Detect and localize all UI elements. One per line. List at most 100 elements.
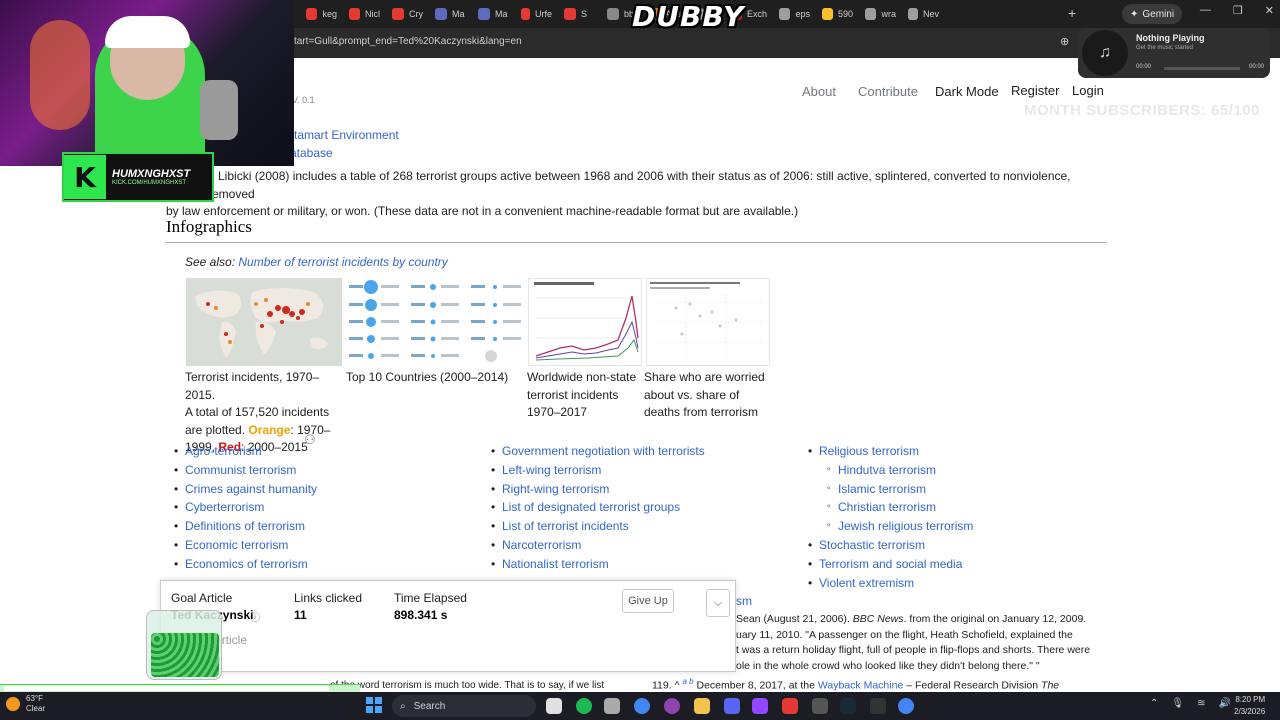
link-nationalist-terrorism[interactable]: Nationalist terrorism [502, 557, 609, 571]
link-designated-groups[interactable]: List of designated terrorist groups [502, 500, 680, 514]
link-religious-terrorism[interactable]: Religious terrorism [819, 444, 919, 458]
link-wayback-machine[interactable]: Wayback Machine [818, 680, 903, 692]
link-datamart-environment[interactable]: tamart Environment [294, 128, 399, 142]
list-item: Economic terrorism [174, 536, 317, 555]
windows-start-icon[interactable] [366, 697, 382, 713]
nav-about[interactable]: About [802, 84, 836, 99]
link-narcoterrorism[interactable]: Narcoterrorism [502, 538, 581, 552]
volume-icon[interactable]: 🔊 [1218, 698, 1230, 709]
link-stochastic-terrorism[interactable]: Stochastic terrorism [819, 538, 925, 552]
close-icon[interactable]: ✕ [1265, 4, 1274, 17]
nav-register[interactable]: Register [1011, 83, 1059, 98]
info-icon[interactable]: ⓘ [250, 609, 260, 624]
browser-tab[interactable]: S [558, 3, 601, 25]
browser-tab[interactable]: Cry [386, 3, 429, 25]
maximize-icon[interactable]: ❐ [1233, 4, 1243, 17]
links-clicked-value: 11 [294, 608, 307, 622]
taskbar-search[interactable]: ⌕ Search [392, 695, 536, 717]
steam-icon[interactable] [840, 698, 856, 714]
gallery-image-world-map[interactable] [186, 278, 342, 366]
discord-icon[interactable] [724, 698, 740, 714]
ref-text: – Federal Research Division [903, 679, 1042, 692]
list-item: Communist terrorism [174, 461, 317, 480]
gemini-button[interactable]: ✦ Gemini [1122, 4, 1183, 24]
link-terrorism-social-media[interactable]: Terrorism and social media [819, 557, 962, 571]
link-government-negotiation[interactable]: Government negotiation with terrorists [502, 444, 705, 458]
twitch-icon[interactable] [752, 698, 768, 714]
tab-label: Ma [495, 9, 508, 19]
terminal-icon[interactable] [870, 698, 886, 714]
task-view-icon[interactable] [546, 698, 562, 714]
chrome-icon[interactable] [898, 698, 914, 714]
microphone [200, 80, 238, 140]
browser-tab[interactable]: Nev [902, 3, 945, 25]
nav-contribute[interactable]: Contribute [858, 84, 918, 99]
link-violent-extremism[interactable]: Violent extremism [819, 576, 914, 590]
link-islamic-terrorism[interactable]: Islamic terrorism [838, 482, 926, 496]
spotify-icon[interactable] [576, 698, 592, 714]
weather-widget[interactable]: 63°F Clear [6, 694, 45, 714]
link-agro-terrorism[interactable]: Agro-terrorism [185, 444, 262, 458]
new-tab-button[interactable]: + [1068, 5, 1076, 21]
link-partial-terrorism[interactable]: sm [736, 594, 752, 608]
caption-4-line-3: deaths from terrorism [644, 405, 759, 419]
app-icon[interactable] [782, 698, 798, 714]
link-communist-terrorism[interactable]: Communist terrorism [185, 463, 296, 477]
clock[interactable]: 8:20 PM 2/3/2026 [1234, 694, 1265, 718]
list-item: Agro-terrorism [174, 442, 317, 461]
caption-1-line-2: A total of 157,520 incidents [185, 405, 330, 419]
file-explorer-icon[interactable] [694, 698, 710, 714]
link-left-wing-terrorism[interactable]: Left-wing terrorism [502, 463, 601, 477]
zoom-icon[interactable]: ⊕ [1060, 35, 1069, 48]
link-crimes-against-humanity[interactable]: Crimes against humanity [185, 482, 317, 496]
chevron-up-icon[interactable]: ⌃ [1150, 698, 1158, 709]
app-icon[interactable] [812, 698, 828, 714]
gallery-image-share-worried[interactable] [646, 278, 770, 366]
browser-tab[interactable]: 590 [816, 3, 859, 25]
music-widget: ♫ Nothing Playing Get the music started … [1078, 28, 1270, 78]
browser-tab[interactable]: eps [773, 3, 816, 25]
link-database[interactable]: atabase [290, 146, 333, 160]
link-right-wing-terrorism[interactable]: Right-wing terrorism [502, 482, 609, 496]
chrome-icon[interactable] [634, 698, 650, 714]
link-economics-of-terrorism[interactable]: Economics of terrorism [185, 557, 308, 571]
nav-login[interactable]: Login [1072, 83, 1104, 98]
see-also-list-2: Government negotiation with terrorists L… [491, 442, 705, 574]
link-jewish-religious-terrorism[interactable]: Jewish religious terrorism [838, 519, 973, 533]
link-christian-terrorism[interactable]: Christian terrorism [838, 500, 936, 514]
app-icon[interactable] [664, 698, 680, 714]
itunes-icon[interactable] [604, 698, 620, 714]
gallery-image-worldwide-incidents[interactable] [528, 278, 642, 366]
link-terrorist-incidents[interactable]: List of terrorist incidents [502, 519, 629, 533]
browser-tab[interactable]: Ma [429, 3, 472, 25]
chevron-down-icon: ⌵ [713, 596, 723, 609]
ref-text: December 8, 2017, at the [693, 679, 818, 692]
nav-dark-mode[interactable]: Dark Mode [935, 84, 999, 99]
weather-temp: 63°F [26, 694, 43, 703]
microphone-icon[interactable]: 🎙 [1171, 698, 1184, 709]
browser-tab[interactable]: keg [300, 3, 343, 25]
link-hindutva-terrorism[interactable]: Hindutva terrorism [838, 463, 936, 477]
music-status: Get the music started [1136, 45, 1194, 51]
overlay-progress-inner [4, 686, 329, 691]
section-heading-infographics: Infographics [166, 217, 252, 236]
url-input[interactable]: tart=Gull&prompt_end=Ted%20Kaczynski&lan… [294, 36, 522, 47]
give-up-button[interactable]: Give Up [622, 589, 674, 613]
ref-backlinks[interactable]: a b [682, 677, 693, 686]
gallery-image-top-10[interactable] [345, 278, 525, 366]
link-definitions-of-terrorism[interactable]: Definitions of terrorism [185, 519, 305, 533]
browser-tab[interactable]: wra [859, 3, 902, 25]
collapse-button[interactable]: ⌵ [706, 589, 730, 617]
tab-favicon-icon [306, 8, 318, 20]
browser-tab[interactable]: Ma [472, 3, 515, 25]
see-also-link[interactable]: Number of terrorist incidents by country [238, 255, 447, 269]
link-economic-terrorism[interactable]: Economic terrorism [185, 538, 288, 552]
minimize-icon[interactable]: — [1200, 4, 1211, 17]
browser-tab[interactable]: Urfe [515, 3, 558, 25]
list-item: Left-wing terrorism [491, 461, 705, 480]
system-tray: ⌃ 🎙 ≋ 🔊 [1150, 698, 1231, 709]
list-item: Stochastic terrorism [808, 536, 973, 555]
wifi-icon[interactable]: ≋ [1197, 698, 1205, 709]
link-cyberterrorism[interactable]: Cyberterrorism [185, 500, 264, 514]
browser-tab[interactable]: Nicl [343, 3, 386, 25]
